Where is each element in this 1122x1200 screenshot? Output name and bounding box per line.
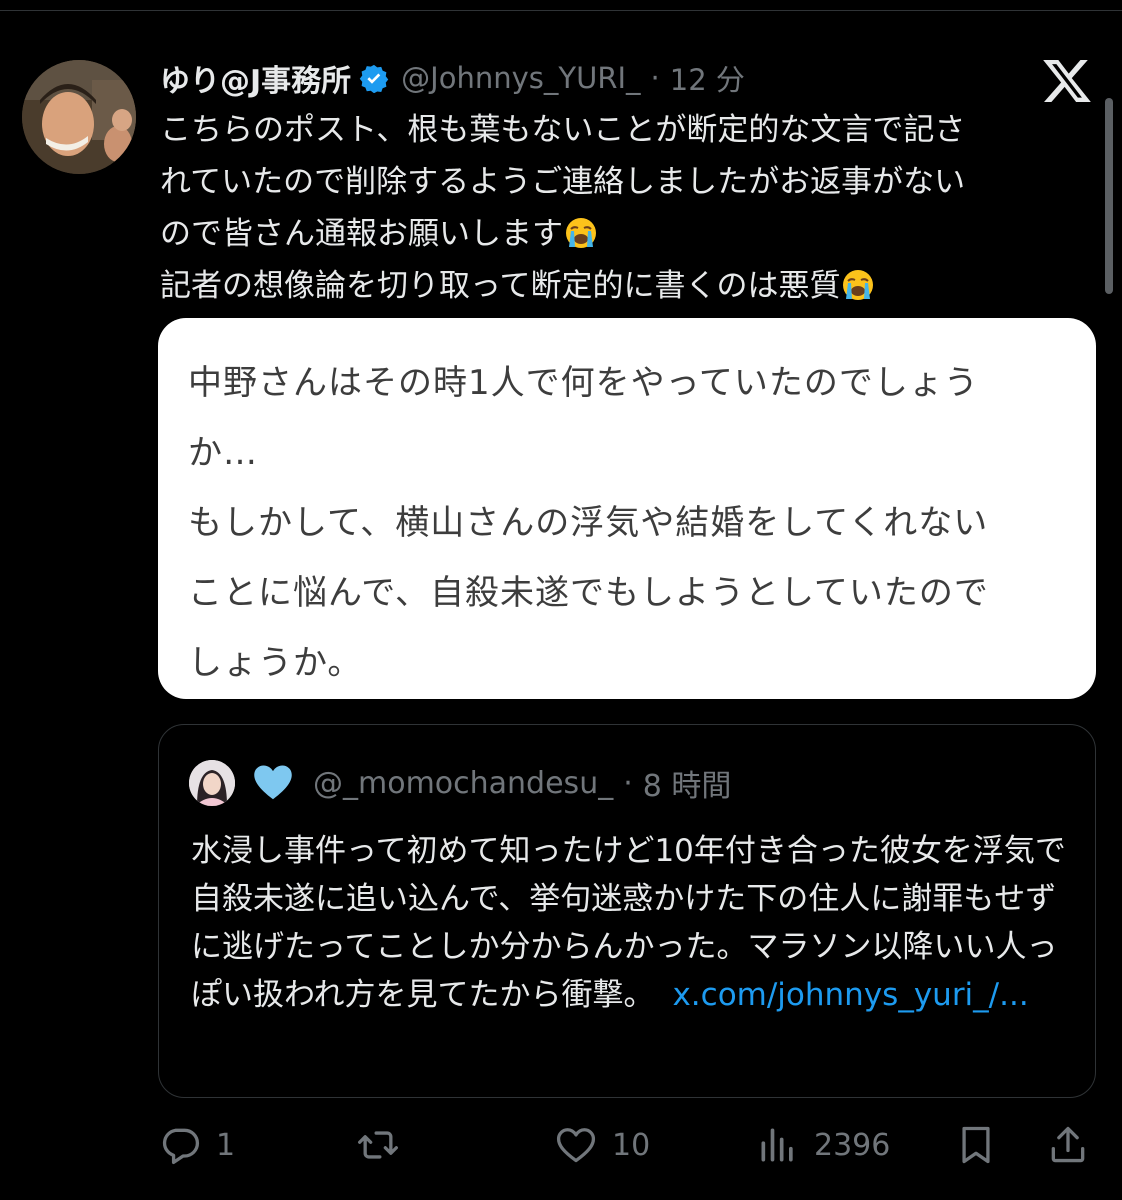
- image-text-line: か…: [188, 433, 258, 473]
- loudly-crying-face-emoji: [843, 270, 874, 300]
- reply-icon: [162, 1128, 200, 1165]
- quoted-post-link[interactable]: x.com/johnnys_yuri_/...: [672, 977, 1028, 1013]
- like-count: 10: [612, 1127, 651, 1163]
- repost-button[interactable]: [356, 1120, 414, 1170]
- quoted-post-time: 8 時間: [642, 769, 732, 804]
- views-count: 2396: [814, 1127, 891, 1163]
- views-chart-icon: [761, 1128, 793, 1162]
- action-bar: 1 10 2396: [158, 1120, 1094, 1170]
- attached-image[interactable]: 中野さんはその時1人で何をやっていたのでしょう か… もしかして、横山さんの浮気…: [158, 318, 1096, 699]
- post-text-line: 記者の想像論を切り取って断定的に書くのは悪質: [160, 260, 1085, 312]
- loudly-crying-face-emoji: [566, 218, 596, 248]
- header-dot: ·: [650, 61, 660, 95]
- author-display-name[interactable]: ゆり@J事務所: [160, 56, 351, 100]
- scrollbar[interactable]: [1105, 98, 1113, 294]
- like-button[interactable]: 10: [554, 1120, 650, 1170]
- light-blue-heart-emoji: [254, 765, 292, 800]
- share-button[interactable]: [1046, 1120, 1090, 1170]
- post-time[interactable]: 12 分: [670, 57, 745, 99]
- quoted-post[interactable]: @_momochandesu_ · 8 時間 水浸し事件って初めて知ったけど10…: [158, 724, 1096, 1098]
- x-logo-icon: [1043, 59, 1091, 103]
- avatar-photo: [22, 60, 136, 174]
- post-text-line: ので皆さん通報お願いします: [160, 208, 1085, 260]
- image-text-line: ことに悩んで、自殺未遂でもしようとしていたので: [188, 573, 989, 613]
- quoted-post-header: @_momochandesu_ · 8 時間: [189, 759, 731, 807]
- quoted-avatar-photo: [189, 760, 235, 806]
- post-text-line: こちらのポスト、根も葉もないことが断定的な文言で記さ: [160, 112, 966, 148]
- bookmark-icon: [962, 1126, 990, 1164]
- author-avatar[interactable]: [22, 60, 136, 174]
- post-text-line: れていたので削除するようご連絡しましたがお返事がない: [160, 164, 966, 200]
- author-handle[interactable]: @Johnnys_YURI_: [401, 61, 640, 95]
- image-text-line: 中野さんはその時1人で何をやっていたのでしょう: [188, 363, 979, 403]
- quoted-post-text: 水浸し事件って初めて知ったけど10年付き合った彼女を浮気で自殺未遂に追い込んで、…: [191, 827, 1071, 1019]
- heart-icon: [556, 1128, 596, 1163]
- top-divider: [0, 10, 1122, 11]
- reply-button[interactable]: 1: [158, 1120, 235, 1170]
- views-button[interactable]: 2396: [756, 1120, 890, 1170]
- post-header: ゆり@J事務所 @Johnnys_YURI_ · 12 分: [160, 52, 745, 104]
- image-text-line: もしかして、横山さんの浮気や結婚をしてくれない: [188, 503, 989, 543]
- image-text: 中野さんはその時1人で何をやっていたのでしょう か… もしかして、横山さんの浮気…: [188, 348, 1078, 698]
- repost-icon: [358, 1131, 398, 1159]
- quoted-author-handle[interactable]: @_momochandesu_: [313, 766, 613, 801]
- quoted-header-dot: ·: [623, 765, 633, 801]
- verified-badge-icon[interactable]: [359, 63, 389, 93]
- image-text-line: しょうか。: [188, 643, 363, 683]
- post-text: こちらのポスト、根も葉もないことが断定的な文言で記さ れていたので削除するようご…: [160, 104, 1085, 312]
- share-icon: [1051, 1126, 1085, 1163]
- reply-count: 1: [216, 1127, 236, 1163]
- quoted-author-avatar[interactable]: [189, 760, 235, 806]
- bookmark-button[interactable]: [954, 1120, 998, 1170]
